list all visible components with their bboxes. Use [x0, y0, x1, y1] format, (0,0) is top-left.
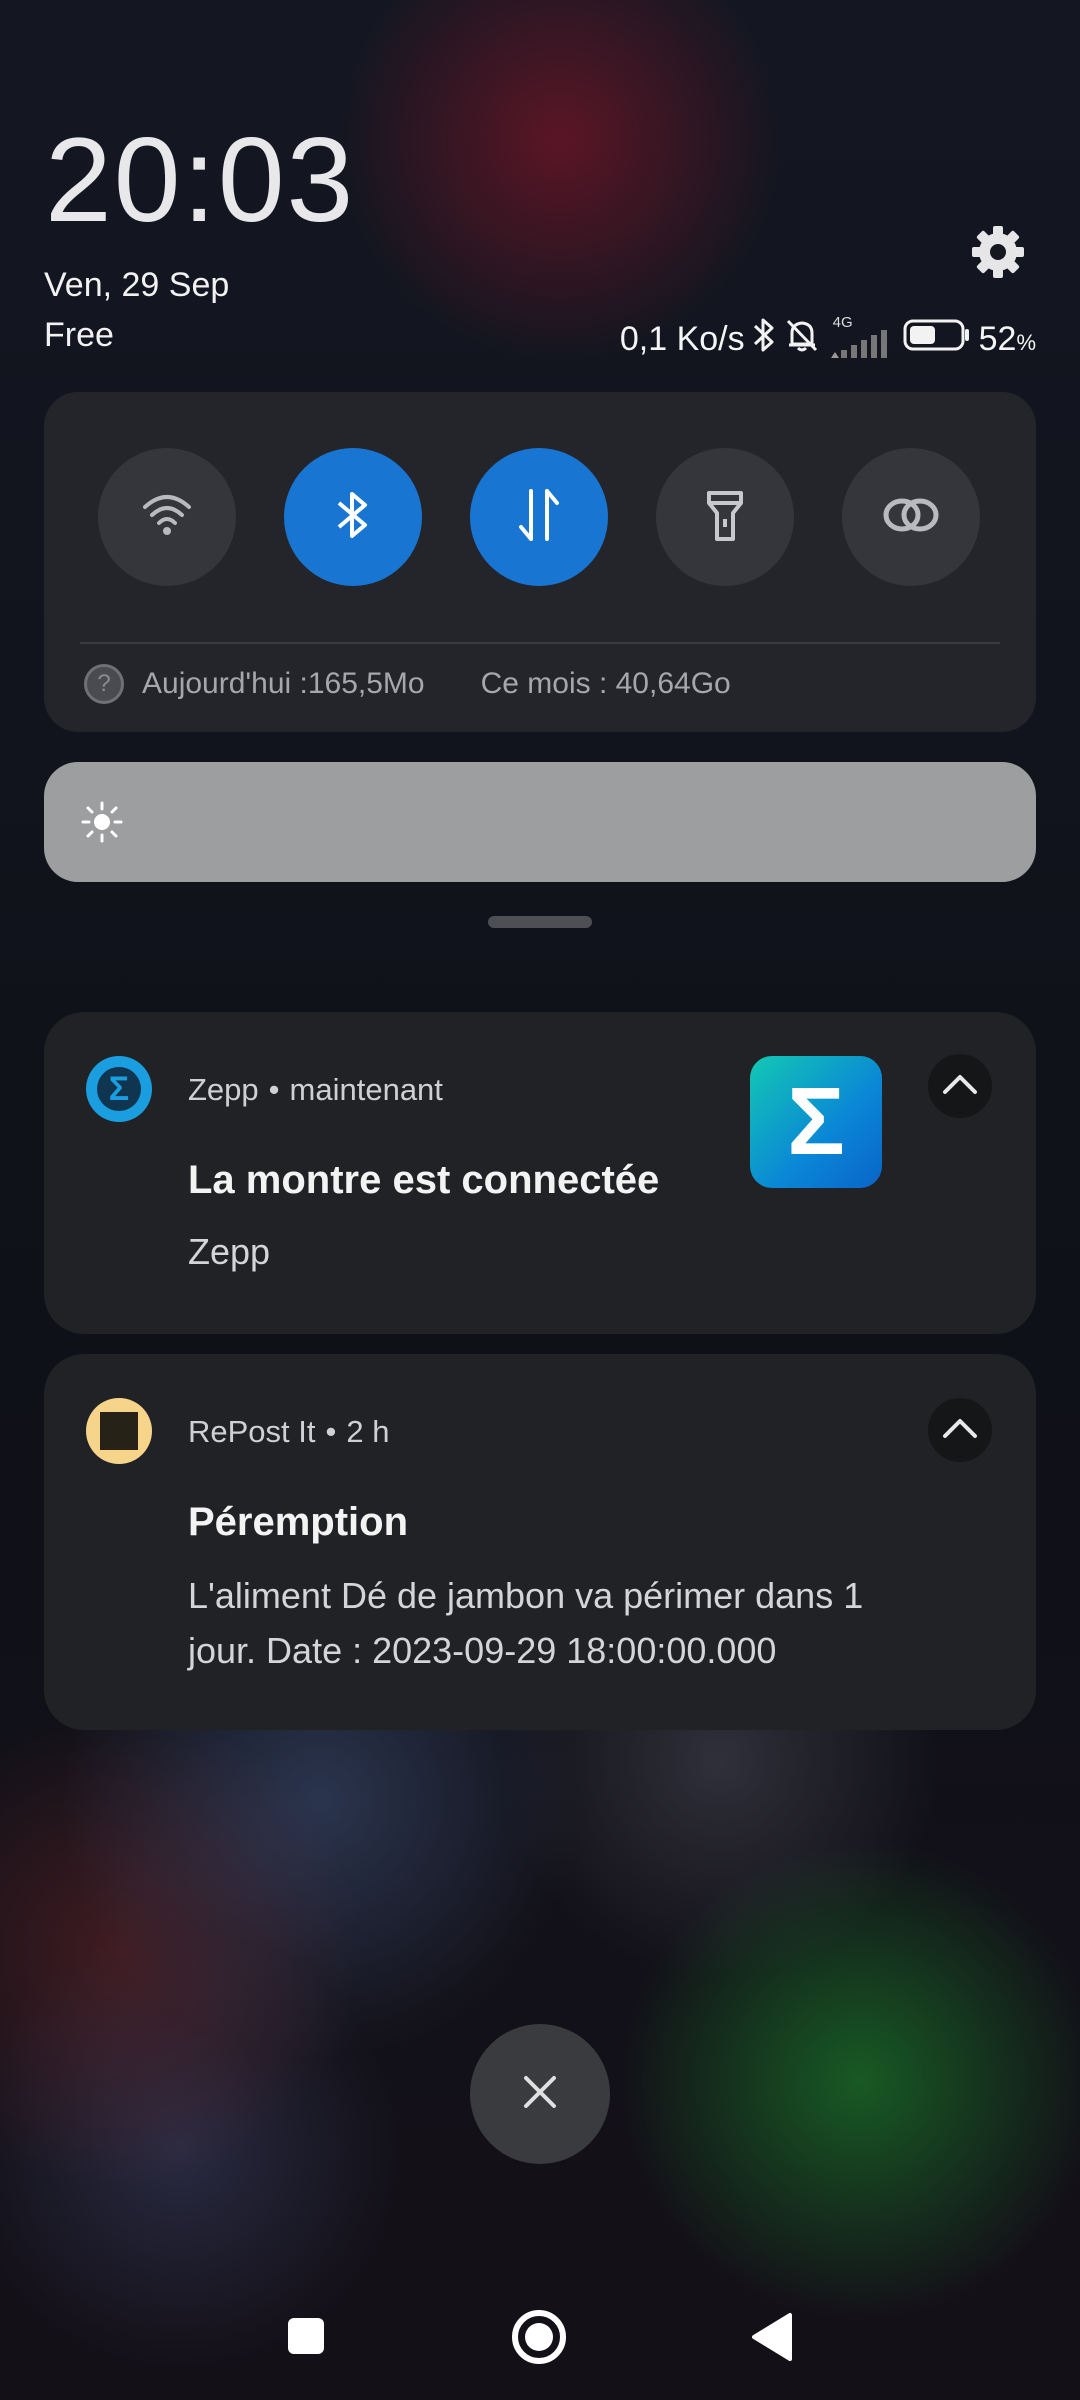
- zepp-app-icon: Σ: [86, 1056, 152, 1122]
- data-usage-month: Ce mois : 40,64Go: [480, 667, 731, 700]
- back-triangle-icon[interactable]: [750, 2312, 794, 2367]
- clear-all-button[interactable]: [470, 2024, 610, 2164]
- clock-time[interactable]: 20:03: [45, 120, 355, 240]
- battery-percent: 52%: [978, 320, 1036, 358]
- date-label[interactable]: Ven, 29 Sep: [44, 266, 229, 305]
- help-icon[interactable]: ?: [84, 664, 124, 704]
- bluetooth-icon: [753, 316, 775, 363]
- navigation-bar: [0, 2290, 1080, 2380]
- flashlight-icon: [703, 487, 747, 548]
- signal-icon: 4G: [829, 314, 895, 360]
- brightness-slider[interactable]: [44, 762, 1036, 882]
- link-icon: [881, 493, 941, 542]
- app-name: Zepp: [188, 1072, 259, 1107]
- wifi-icon: [141, 493, 193, 542]
- bluetooth-toggle[interactable]: [284, 448, 422, 586]
- zepp-large-icon: Σ: [750, 1056, 882, 1188]
- app-name: RePost It: [188, 1414, 316, 1449]
- chevron-up-icon: [942, 1073, 978, 1100]
- network-speed: 0,1 Ko/s: [619, 320, 745, 358]
- repost-it-app-icon: [86, 1398, 152, 1464]
- link-toggle[interactable]: [842, 448, 980, 586]
- notification-title: La montre est connectée: [188, 1158, 660, 1202]
- notification-body: L'aliment Dé de jambon va périmer dans 1…: [188, 1575, 864, 1671]
- notification-body: Zepp: [188, 1231, 271, 1272]
- notification-meta: RePost It • 2 h: [188, 1414, 390, 1449]
- data-usage-today: Aujourd'hui :165,5Mo: [142, 667, 425, 700]
- mobile-data-toggle[interactable]: [470, 448, 608, 586]
- data-usage-row[interactable]: ? Aujourd'hui :165,5Mo Ce mois : 40,64Go: [84, 664, 731, 704]
- home-circle-icon[interactable]: [510, 2308, 568, 2371]
- close-icon: [522, 2074, 558, 2115]
- quick-settings-panel: ? Aujourd'hui :165,5Mo Ce mois : 40,64Go: [44, 392, 1036, 732]
- notification-time: 2 h: [346, 1414, 390, 1449]
- battery-icon: [903, 318, 971, 361]
- flashlight-toggle[interactable]: [656, 448, 794, 586]
- carrier-label: Free: [44, 316, 114, 354]
- bell-off-icon: [783, 316, 821, 363]
- sun-icon: [80, 800, 124, 849]
- settings-gear-icon[interactable]: [968, 222, 1028, 282]
- chevron-up-icon: [942, 1417, 978, 1444]
- status-bar: 0,1 Ko/s 4G 52%: [619, 314, 1036, 363]
- data-arrows-icon: [517, 487, 561, 548]
- notification-title: Péremption: [188, 1500, 409, 1544]
- notification-card-repost-it[interactable]: RePost It • 2 h Péremption L'aliment Dé de…: [44, 1354, 1036, 1730]
- recents-square-icon[interactable]: [286, 2316, 326, 2361]
- collapse-button[interactable]: [928, 1398, 992, 1462]
- panel-drag-handle[interactable]: [488, 916, 592, 928]
- collapse-button[interactable]: [928, 1054, 992, 1118]
- notification-meta: Zepp • maintenant: [188, 1072, 443, 1107]
- notification-card-zepp[interactable]: Σ Zepp • maintenant La montre est connecté…: [44, 1012, 1036, 1334]
- quick-settings-divider: [80, 642, 1000, 644]
- notification-time: maintenant: [289, 1072, 443, 1107]
- wifi-toggle[interactable]: [98, 448, 236, 586]
- bluetooth-icon: [335, 489, 371, 546]
